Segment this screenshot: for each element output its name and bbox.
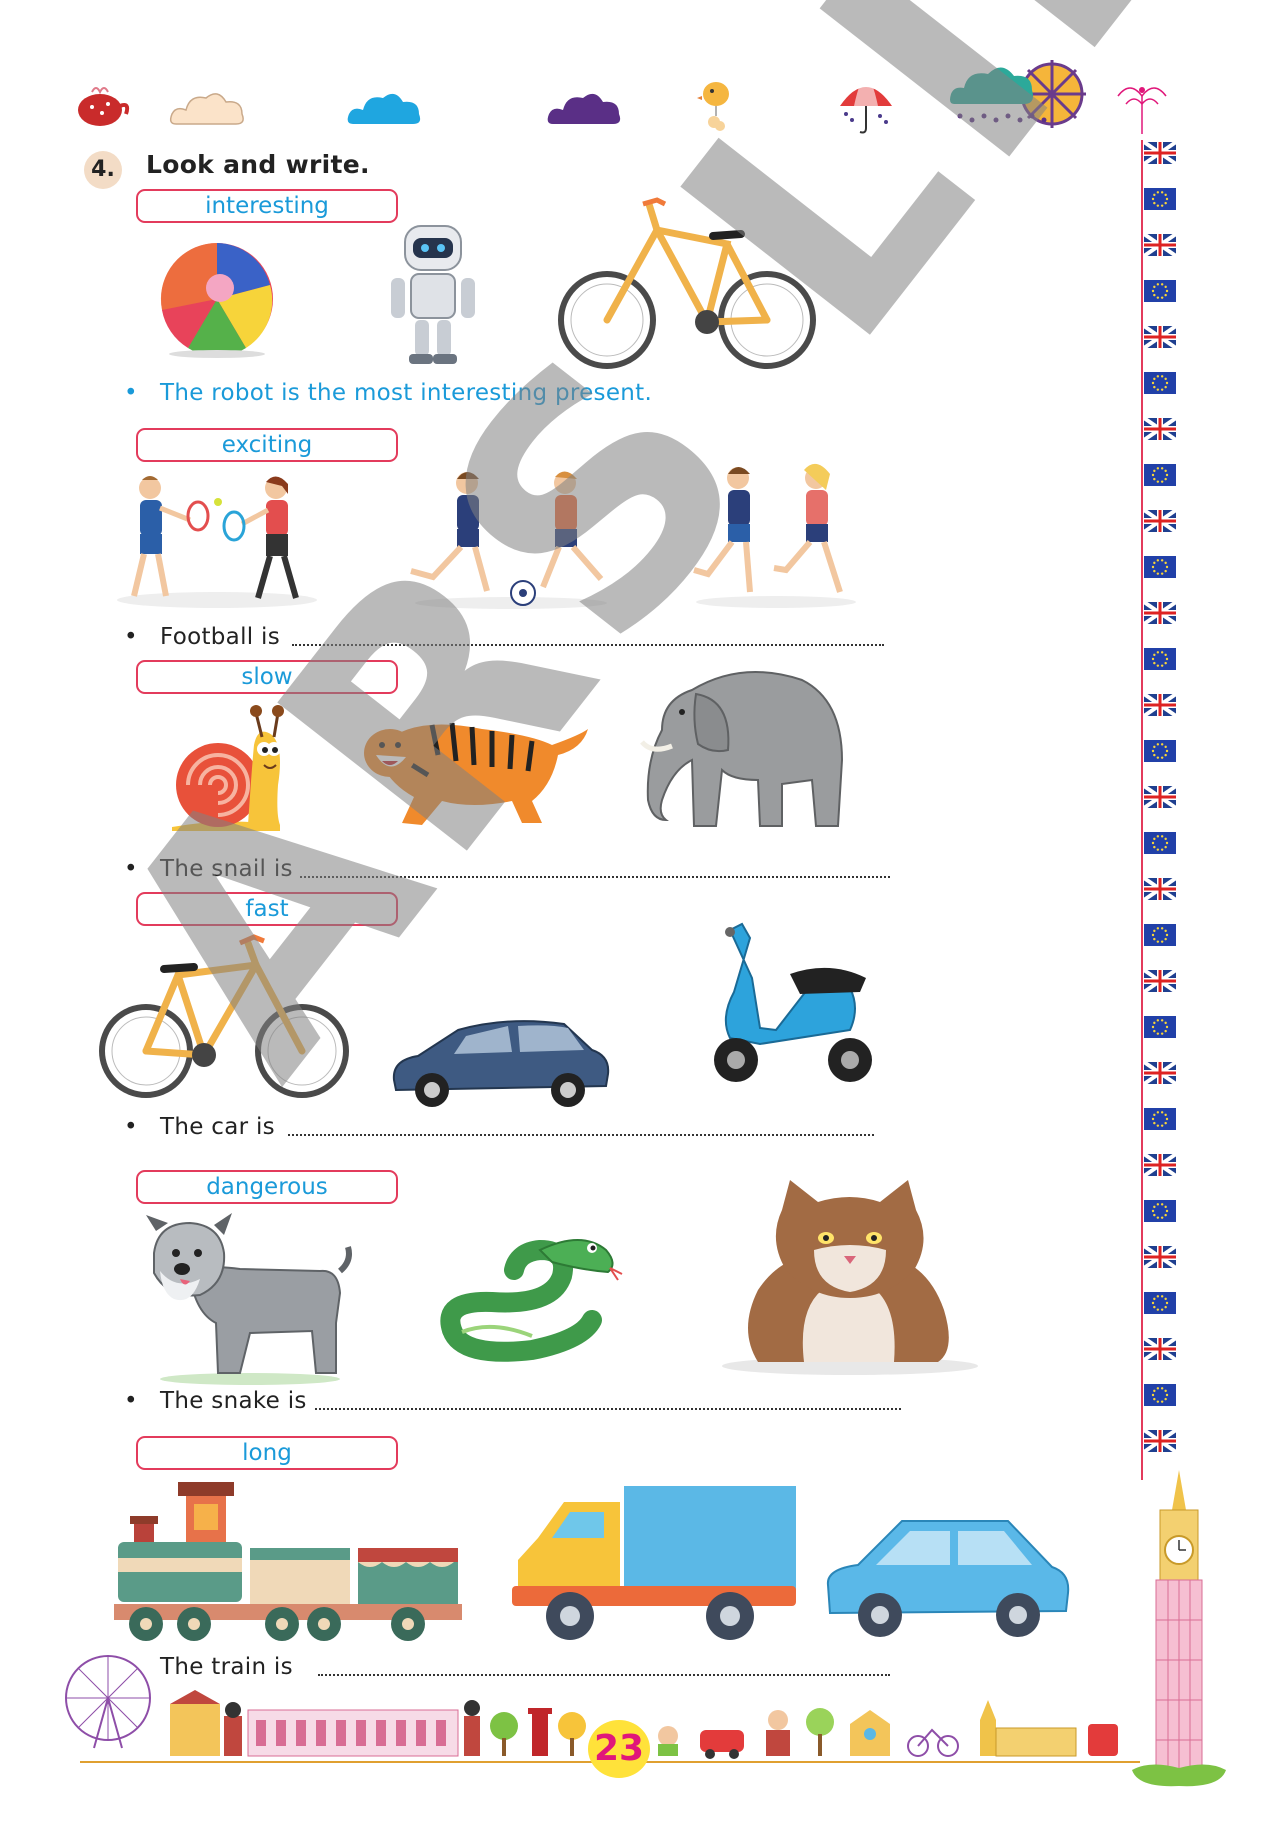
snake-picture (440, 1239, 623, 1362)
fountain-icon (1117, 87, 1167, 134)
scooter-picture (714, 922, 872, 1082)
eu-flag-icon (1144, 556, 1176, 578)
flag-column (1142, 140, 1178, 1454)
snail-picture (172, 705, 284, 831)
eu-flag-icon (1144, 832, 1176, 854)
car-picture (826, 1520, 1070, 1637)
cloud-icon (169, 93, 244, 125)
eu-flag-icon (1144, 924, 1176, 946)
sentence-5-text: The snake is (160, 1388, 307, 1414)
uk-flag-icon (1142, 232, 1178, 258)
rain-cloud-sun-icon (950, 60, 1086, 128)
bullet: • (124, 1388, 138, 1414)
dog-picture (146, 1213, 352, 1385)
sentence-2-text: Football is (160, 624, 281, 650)
train-picture (114, 1482, 462, 1641)
uk-flag-icon (1142, 416, 1178, 442)
sentence-5: • The snake is (124, 1388, 307, 1414)
teapot-icon (78, 87, 130, 126)
uk-flag-icon (1142, 140, 1178, 166)
page-number: 23 (588, 1720, 650, 1778)
uk-flag-icon (1142, 968, 1178, 994)
football-players-picture (410, 471, 607, 609)
eu-flag-icon (1144, 740, 1176, 762)
eu-flag-icon (1144, 1108, 1176, 1130)
umbrella-icon (840, 76, 892, 134)
eu-flag-icon (1144, 464, 1176, 486)
ball-picture (160, 242, 273, 358)
eu-flag-icon (1144, 1292, 1176, 1314)
answer-line-5[interactable] (315, 1408, 901, 1410)
answer-line-6[interactable] (318, 1674, 890, 1676)
bird-icon (697, 82, 729, 131)
cloud-icon (347, 93, 421, 124)
eu-flag-icon (1144, 1200, 1176, 1222)
eu-flag-icon (1144, 1384, 1176, 1406)
car-picture (392, 1020, 610, 1107)
sentence-3: • The snail is (124, 856, 293, 882)
bullet: • (124, 856, 138, 882)
sentence-6-text: The train is (160, 1654, 293, 1680)
sentence-2: • Football is (124, 624, 280, 650)
uk-flag-icon (1142, 692, 1178, 718)
london-eye-icon (65, 1655, 151, 1749)
uk-flag-icon (1142, 508, 1178, 534)
answer-line-3[interactable] (300, 876, 890, 878)
eu-flag-icon (1144, 372, 1176, 394)
uk-flag-icon (1142, 1336, 1178, 1362)
sentence-4: • The car is (124, 1114, 275, 1140)
exercise-number: 4. (84, 151, 122, 189)
word-box-interesting: interesting (136, 189, 398, 223)
answer-line-4[interactable] (288, 1134, 874, 1136)
sentence-1-text: The robot is the most interesting presen… (160, 380, 653, 406)
exercise-instruction: Look and write. (146, 150, 370, 179)
bicycle-picture (558, 197, 816, 369)
tiger-picture (364, 722, 588, 825)
uk-flag-icon (1142, 1428, 1178, 1454)
word-box-exciting: exciting (136, 428, 398, 462)
answer-line-2[interactable] (292, 644, 884, 646)
cat-picture (722, 1180, 978, 1375)
uk-flag-icon (1142, 1244, 1178, 1270)
eu-flag-icon (1144, 188, 1176, 210)
word-box-dangerous: dangerous (136, 1170, 398, 1204)
sentence-4-text: The car is (160, 1114, 275, 1140)
word-box-long: long (136, 1436, 398, 1470)
uk-flag-icon (1142, 324, 1178, 350)
elephant-picture (640, 671, 844, 827)
bullet: • (124, 380, 138, 406)
eu-flag-icon (1144, 280, 1176, 302)
bullet: • (124, 1114, 138, 1140)
robot-picture (391, 225, 475, 364)
eu-flag-icon (1144, 648, 1176, 670)
cloud-icon (547, 93, 621, 124)
eu-flag-icon (1144, 1016, 1176, 1038)
uk-flag-icon (1142, 600, 1178, 626)
word-box-fast: fast (136, 892, 398, 926)
uk-flag-icon (1142, 1060, 1178, 1086)
bullet: • (124, 624, 138, 650)
uk-flag-icon (1142, 876, 1178, 902)
sentence-1: • The robot is the most interesting prese… (124, 380, 652, 406)
sentence-3-text: The snail is (160, 856, 293, 882)
word-box-slow: slow (136, 660, 398, 694)
bicycle-picture (99, 934, 349, 1098)
tennis-players-picture (117, 476, 317, 608)
big-ben-icon (1132, 1470, 1226, 1787)
uk-flag-icon (1142, 784, 1178, 810)
uk-flag-icon (1142, 1152, 1178, 1178)
truck-picture (512, 1486, 796, 1640)
runners-picture (693, 463, 856, 608)
